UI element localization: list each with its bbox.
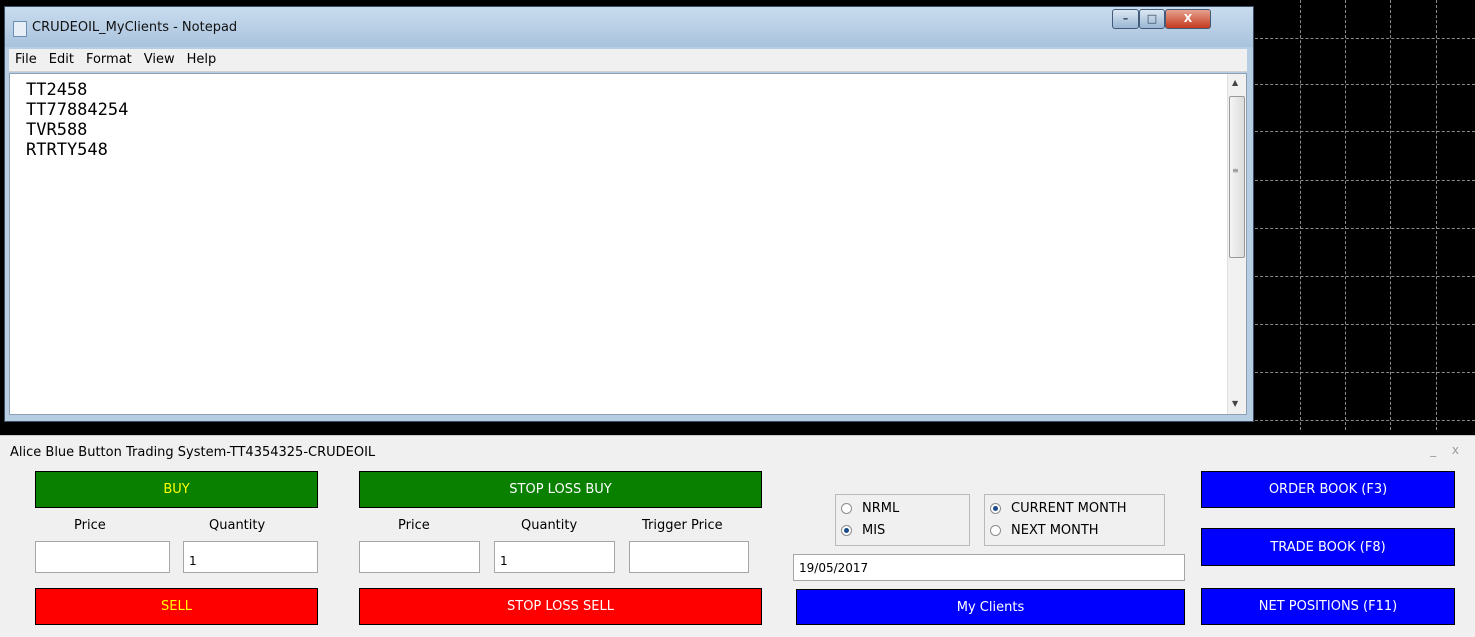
grid-line [1255, 372, 1475, 373]
grid-line [1255, 324, 1475, 325]
grid-line [1345, 0, 1346, 430]
panel-title: Alice Blue Button Trading System-TT43543… [10, 445, 376, 460]
radio-label: NEXT MONTH [1011, 523, 1099, 538]
month-option-current[interactable]: CURRENT MONTH [990, 501, 1127, 516]
text-line: TT77884254 [26, 100, 129, 120]
grid-line [1255, 276, 1475, 277]
menu-file[interactable]: File [9, 49, 43, 67]
buy-price-label: Price [74, 518, 106, 533]
radio-icon[interactable] [990, 525, 1001, 536]
grid-line [1255, 420, 1475, 421]
scroll-down-icon[interactable]: ▼ [1232, 399, 1238, 408]
buy-button[interactable]: BUY [35, 471, 318, 508]
notepad-icon [13, 21, 27, 37]
grid-line [1255, 131, 1475, 132]
grid-line [1255, 228, 1475, 229]
scroll-grip-icon: ≡ [1232, 166, 1239, 175]
notepad-titlebar[interactable]: CRUDEOIL_MyClients - Notepad – □ X [5, 7, 1253, 47]
grid-line [1390, 0, 1391, 430]
product-option-nrml[interactable]: NRML [841, 501, 899, 516]
menu-help[interactable]: Help [181, 49, 223, 67]
menu-edit[interactable]: Edit [43, 49, 80, 67]
trade-book-button[interactable]: TRADE BOOK (F8) [1201, 528, 1455, 566]
notepad-content: TT2458 TT77884254 TVR588 RTRTY548 [26, 80, 128, 160]
sl-quantity-label: Quantity [521, 518, 578, 533]
close-button[interactable]: X [1165, 9, 1211, 29]
notepad-title: CRUDEOIL_MyClients - Notepad [32, 20, 238, 35]
radio-icon[interactable] [841, 503, 852, 514]
sell-button[interactable]: SELL [35, 588, 318, 625]
radio-selected-icon[interactable] [990, 503, 1001, 514]
month-option-next[interactable]: NEXT MONTH [990, 523, 1099, 538]
buy-quantity-label: Quantity [209, 518, 266, 533]
panel-window-controls[interactable]: _ x [1430, 443, 1465, 457]
sl-trigger-price-label: Trigger Price [642, 518, 723, 533]
grid-line [1255, 38, 1475, 39]
vertical-scrollbar[interactable]: ▲ ≡ ▼ [1227, 74, 1246, 414]
sl-price-label: Price [398, 518, 430, 533]
text-line: RTRTY548 [26, 140, 108, 160]
scroll-thumb[interactable] [1229, 96, 1245, 258]
scroll-up-icon[interactable]: ▲ [1232, 78, 1238, 87]
radio-label: NRML [862, 501, 900, 516]
month-group: CURRENT MONTH NEXT MONTH [984, 494, 1165, 546]
maximize-button[interactable]: □ [1139, 9, 1165, 29]
sl-price-input[interactable] [359, 541, 480, 573]
grid-line [1300, 0, 1301, 430]
net-positions-button[interactable]: NET POSITIONS (F11) [1201, 588, 1455, 625]
my-clients-button[interactable]: My Clients [796, 589, 1185, 625]
notepad-menubar: File Edit Format View Help [9, 49, 1247, 72]
sl-quantity-input[interactable]: 1 [494, 541, 615, 573]
stop-loss-sell-button[interactable]: STOP LOSS SELL [359, 588, 762, 625]
sl-trigger-price-input[interactable] [629, 541, 749, 573]
text-line: TVR588 [26, 120, 88, 140]
notepad-text-area[interactable]: TT2458 TT77884254 TVR588 RTRTY548 ▲ ≡ ▼ [9, 73, 1247, 415]
grid-line [1255, 180, 1475, 181]
menu-format[interactable]: Format [80, 49, 138, 67]
stop-loss-buy-button[interactable]: STOP LOSS BUY [359, 471, 762, 508]
buy-price-input[interactable] [35, 541, 170, 573]
buy-quantity-input[interactable]: 1 [183, 541, 318, 573]
trading-panel: Alice Blue Button Trading System-TT43543… [0, 435, 1475, 637]
text-line: TT2458 [26, 80, 88, 100]
minimize-button[interactable]: – [1112, 9, 1139, 29]
date-field[interactable]: 19/05/2017 [793, 554, 1185, 581]
radio-label: MIS [862, 523, 886, 538]
grid-line [1255, 84, 1475, 85]
menu-view[interactable]: View [138, 49, 181, 67]
order-book-button[interactable]: ORDER BOOK (F3) [1201, 471, 1455, 508]
product-option-mis[interactable]: MIS [841, 523, 885, 538]
product-type-group: NRML MIS [835, 494, 970, 546]
radio-label: CURRENT MONTH [1011, 501, 1127, 516]
radio-selected-icon[interactable] [841, 525, 852, 536]
notepad-window: CRUDEOIL_MyClients - Notepad – □ X File E… [4, 6, 1254, 422]
grid-line [1436, 0, 1437, 430]
